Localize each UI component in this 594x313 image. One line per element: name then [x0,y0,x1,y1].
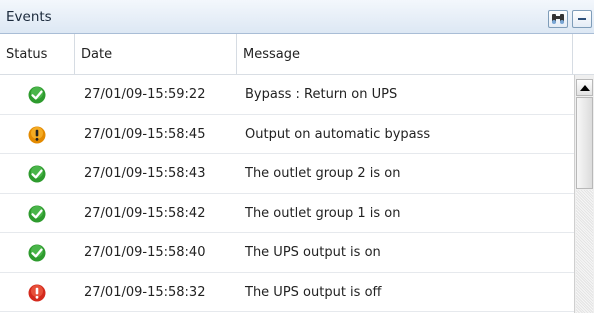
table-header: Status Date Message [0,34,594,75]
check-icon [28,244,46,262]
scrollbar-thumb[interactable] [576,97,593,189]
event-date: 27/01/09-15:58:32 [84,284,206,300]
panel-title: Events [6,9,52,25]
warning-icon [28,126,46,144]
events-panel: Events Status Date Message 27/01/09-15:5… [0,0,594,313]
table-row[interactable]: 27/01/09-15:59:22 Bypass : Return on UPS [0,75,574,115]
check-icon [28,165,46,183]
table-row[interactable]: 27/01/09-15:58:42 The outlet group 1 is … [0,194,574,233]
column-header-message[interactable]: Message [237,34,573,74]
table-row[interactable]: 27/01/09-15:58:45 Output on automatic by… [0,115,574,154]
panel-titlebar: Events [0,0,594,34]
binoculars-icon [552,14,564,24]
event-message: The outlet group 2 is on [245,166,401,181]
event-message: The UPS output is on [245,245,381,260]
event-message: The outlet group 1 is on [245,205,401,221]
find-button[interactable] [548,10,568,28]
event-date: 27/01/09-15:58:43 [84,166,206,181]
event-date: 27/01/09-15:58:45 [84,126,206,142]
scroll-up-button[interactable] [576,79,593,96]
error-icon [28,284,46,302]
table-row[interactable]: 27/01/09-15:58:32 The UPS output is off [0,273,574,312]
event-date: 27/01/09-15:59:22 [84,87,206,102]
event-message: Output on automatic bypass [245,126,431,142]
event-message: The UPS output is off [245,284,382,300]
collapse-button[interactable] [572,10,592,28]
column-header-status[interactable]: Status [0,34,75,74]
table-row[interactable]: 27/01/09-15:58:43 The outlet group 2 is … [0,154,574,194]
check-icon [28,205,46,223]
event-message: Bypass : Return on UPS [245,87,398,102]
event-date: 27/01/09-15:58:42 [84,205,206,221]
events-list: 27/01/09-15:59:22 Bypass : Return on UPS… [0,75,574,312]
minus-icon [578,18,586,20]
table-row[interactable]: 27/01/09-15:58:40 The UPS output is on [0,233,574,273]
event-date: 27/01/09-15:58:40 [84,245,206,260]
vertical-scrollbar[interactable] [574,75,594,313]
column-header-date[interactable]: Date [75,34,237,74]
check-icon [28,86,46,104]
scrollbar-track[interactable] [576,190,593,313]
